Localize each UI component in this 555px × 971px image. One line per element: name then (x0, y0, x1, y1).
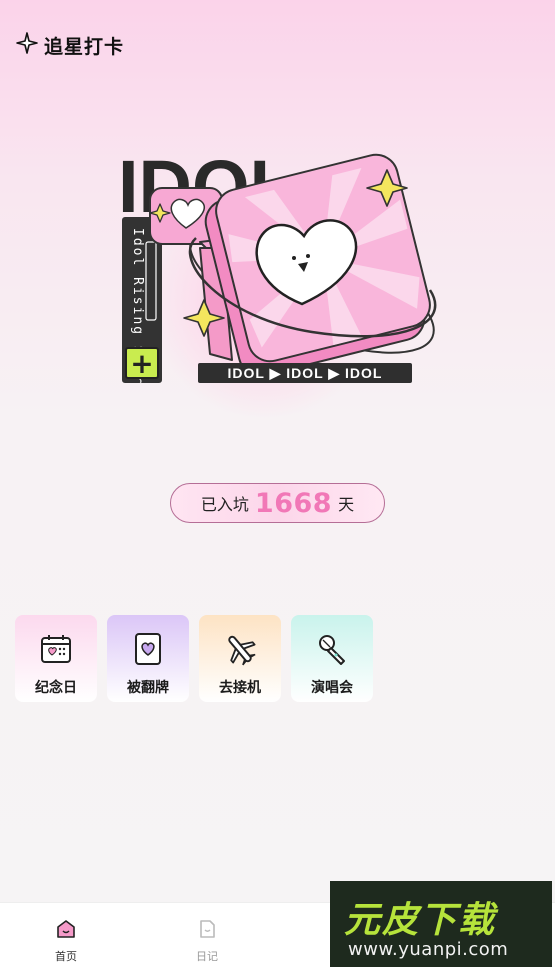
idol-strip-text: IDOL ▶ IDOL ▶ IDOL (228, 365, 383, 381)
diary-icon (197, 919, 217, 943)
page-title: 追星打卡 (44, 35, 125, 58)
tab-home[interactable]: 首页 (36, 919, 96, 964)
watermark-url: www.yuanpi.com (348, 939, 509, 960)
days-counter: 已入坑 1668 天 (170, 483, 385, 523)
watermark-title: 元皮下载 (344, 900, 497, 941)
shortcut-anniversary[interactable]: 纪念日 (15, 615, 97, 702)
shortcut-label: 去接机 (219, 680, 261, 696)
airplane-icon (222, 631, 258, 667)
shortcut-airport-pickup[interactable]: 去接机 (199, 615, 281, 702)
counter-suffix: 天 (338, 495, 355, 514)
tab-label: 首页 (55, 950, 77, 963)
shortcut-flip-card[interactable]: 被翻牌 (107, 615, 189, 702)
shortcut-label: 被翻牌 (127, 680, 169, 696)
sparkle-star-icon (16, 32, 38, 58)
microphone-icon (314, 631, 350, 667)
plus-sign: + (130, 347, 153, 380)
tab-diary[interactable]: 日记 (177, 919, 237, 964)
hero-illustration: IDOL Idol Rising Star + IDOL ▶ IDOL ▶ ID… (112, 140, 442, 420)
app-header: 追星打卡 (16, 30, 124, 60)
shortcut-grid: 纪念日 被翻牌 去接机 演唱会 (15, 615, 373, 702)
shortcut-concert[interactable]: 演唱会 (291, 615, 373, 702)
tab-label: 日记 (196, 950, 218, 963)
watermark-logo: 元皮下载 www.yuanpi.com (330, 881, 552, 967)
flip-card-icon (130, 631, 166, 667)
home-icon (56, 919, 76, 943)
calendar-icon (38, 631, 74, 667)
counter-days: 1668 (254, 487, 333, 519)
shortcut-label: 纪念日 (35, 680, 77, 696)
shortcut-label: 演唱会 (311, 680, 353, 696)
counter-prefix: 已入坑 (200, 495, 249, 514)
